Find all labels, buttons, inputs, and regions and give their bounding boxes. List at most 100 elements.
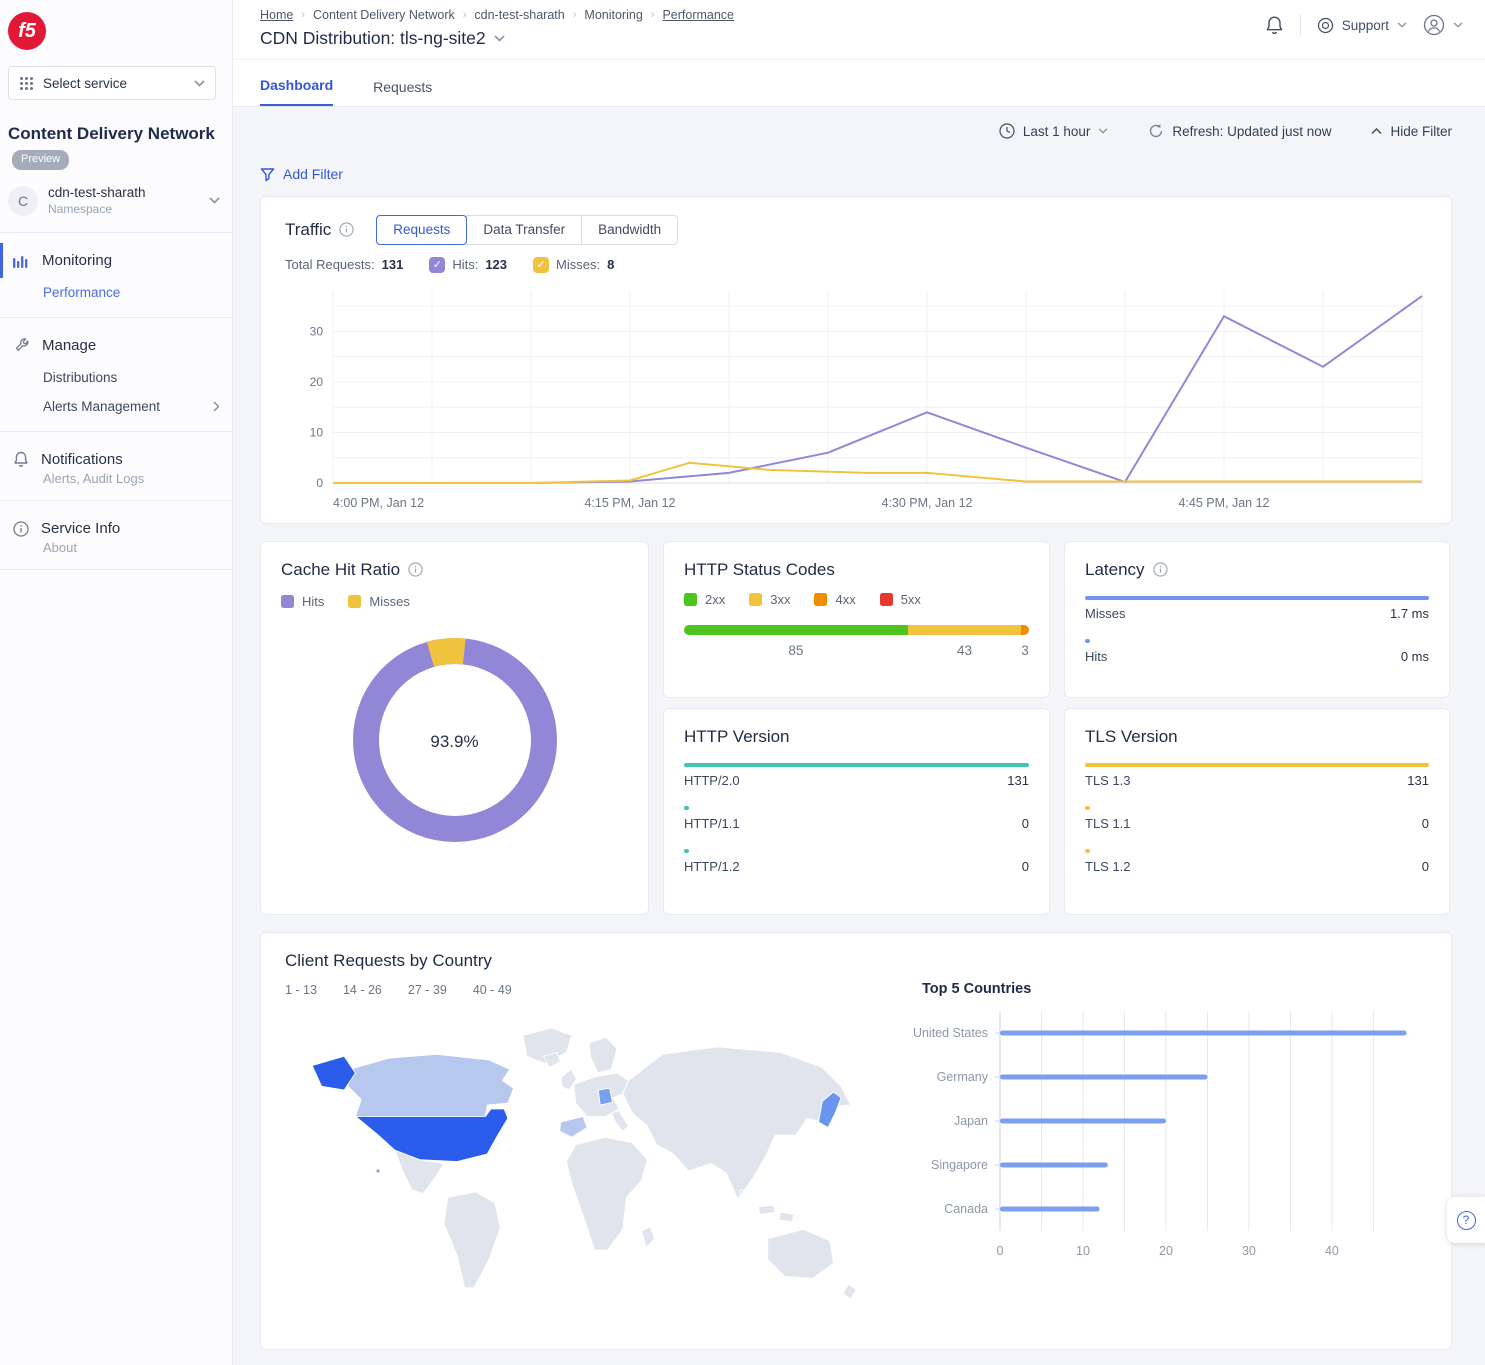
sidebar-item-alerts-management[interactable]: Alerts Management	[0, 392, 232, 421]
status-legend: 2xx3xx4xx5xx	[684, 592, 1029, 607]
svg-text:0: 0	[997, 1244, 1004, 1258]
meter-value: 0	[1022, 816, 1029, 831]
meter-bar	[1085, 596, 1429, 600]
breadcrumb-item[interactable]: Content Delivery Network	[313, 8, 455, 22]
meter-label: HTTP/1.2	[684, 859, 740, 874]
user-menu[interactable]	[1423, 14, 1463, 36]
info-icon[interactable]	[339, 222, 354, 237]
breadcrumb-item[interactable]: Home	[260, 8, 293, 22]
meter-value: 0 ms	[1401, 649, 1429, 664]
traffic-tab-group: RequestsData TransferBandwidth	[376, 215, 678, 245]
meter-label: HTTP/1.1	[684, 816, 740, 831]
meter-row: Hits0 ms	[1085, 639, 1429, 664]
chevron-down-icon	[1098, 128, 1108, 134]
breadcrumb-item[interactable]: Monitoring	[584, 8, 642, 22]
tls-version-title: TLS Version	[1085, 727, 1429, 747]
meter-row: Misses1.7 ms	[1085, 596, 1429, 621]
http-status-codes-card: HTTP Status Codes 2xx3xx4xx5xx 85433	[663, 541, 1050, 698]
legend-swatch	[684, 593, 697, 606]
meter-bar	[684, 763, 1029, 767]
stat-label: Hits:	[452, 257, 478, 272]
help-button[interactable]: ?	[1447, 1197, 1485, 1243]
svg-text:30: 30	[1242, 1244, 1256, 1258]
hide-filter-label: Hide Filter	[1390, 124, 1452, 139]
f5-logo-icon[interactable]: f5	[8, 12, 46, 50]
series-checkbox[interactable]: ✓	[429, 257, 445, 273]
status-segment-4xx[interactable]	[1021, 625, 1029, 635]
help-icon: ?	[1457, 1211, 1476, 1230]
chevron-down-icon	[194, 80, 205, 87]
namespace-selector[interactable]: C cdn-test-sharath Namespace	[0, 171, 232, 233]
info-icon[interactable]	[1153, 562, 1168, 577]
svg-text:United States: United States	[913, 1026, 988, 1040]
breadcrumb-item[interactable]: cdn-test-sharath	[474, 8, 564, 22]
traffic-tab-data-transfer[interactable]: Data Transfer	[466, 215, 582, 245]
legend-item: Misses	[348, 594, 409, 609]
status-segment-3xx[interactable]	[908, 625, 1021, 635]
support-menu[interactable]: Support	[1317, 17, 1407, 34]
svg-text:40: 40	[1325, 1244, 1339, 1258]
meter-label: TLS 1.1	[1085, 816, 1131, 831]
sidebar-item-label: Notifications	[41, 451, 123, 468]
tab-dashboard[interactable]: Dashboard	[260, 77, 333, 106]
time-range-label: Last 1 hour	[1023, 124, 1091, 139]
breadcrumb-separator: ›	[301, 9, 305, 21]
traffic-line-chart[interactable]: 01020304:00 PM, Jan 124:15 PM, Jan 124:3…	[285, 283, 1430, 515]
legend-item: 14 - 26	[343, 983, 382, 997]
sidebar-item-performance[interactable]: Performance	[0, 278, 232, 307]
legend-swatch	[749, 593, 762, 606]
tls-version-card: TLS Version TLS 1.3131TLS 1.10TLS 1.20	[1064, 708, 1450, 915]
traffic-tab-requests[interactable]: Requests	[376, 215, 467, 245]
breadcrumb-item[interactable]: Performance	[662, 8, 734, 22]
legend-swatch	[880, 593, 893, 606]
namespace-label: Namespace	[48, 202, 199, 216]
series-checkbox[interactable]: ✓	[533, 257, 549, 273]
traffic-tab-bandwidth[interactable]: Bandwidth	[581, 215, 678, 245]
sidebar-item-label: Monitoring	[42, 252, 112, 269]
sidebar-item-distributions[interactable]: Distributions	[0, 363, 232, 392]
meter-value: 1.7 ms	[1390, 606, 1429, 621]
meter-row: HTTP/1.20	[684, 849, 1029, 874]
chevron-down-icon	[209, 197, 220, 204]
svg-text:20: 20	[1159, 1244, 1173, 1258]
bell-icon[interactable]	[1265, 15, 1284, 36]
refresh-button[interactable]: Refresh: Updated just now	[1148, 123, 1331, 139]
latency-title: Latency	[1085, 560, 1429, 580]
legend-item: 3xx	[749, 592, 790, 607]
add-filter-button[interactable]: Add Filter	[260, 166, 343, 182]
svg-text:4:30 PM, Jan 12: 4:30 PM, Jan 12	[881, 496, 972, 510]
sidebar-item-monitoring[interactable]: Monitoring	[0, 243, 232, 278]
support-label: Support	[1342, 18, 1389, 33]
status-segment-2xx[interactable]	[684, 625, 908, 635]
time-range-dropdown[interactable]: Last 1 hour	[999, 123, 1109, 139]
sidebar-item-service-info[interactable]: Service Info	[0, 511, 232, 546]
tab-requests[interactable]: Requests	[373, 79, 432, 106]
svg-text:Japan: Japan	[954, 1114, 988, 1128]
breadcrumb-separator: ›	[651, 9, 655, 21]
info-icon[interactable]	[408, 562, 423, 577]
hide-filter-toggle[interactable]: Hide Filter	[1371, 124, 1452, 139]
meter-label: TLS 1.2	[1085, 859, 1131, 874]
top5-bar-chart[interactable]: United StatesGermanyJapanSingaporeCanada…	[900, 997, 1445, 1265]
svg-text:Canada: Canada	[944, 1202, 988, 1216]
status-stacked-bar[interactable]	[684, 625, 1029, 635]
stat-label: Misses:	[556, 257, 600, 272]
support-target-icon	[1317, 17, 1334, 34]
meter-bar	[684, 849, 689, 853]
traffic-stat: ✓Hits:123	[429, 257, 507, 273]
bell-icon	[13, 451, 29, 468]
chevron-down-icon[interactable]	[494, 35, 505, 42]
meter-bar	[684, 806, 689, 810]
select-service-dropdown[interactable]: Select service	[8, 66, 216, 100]
sidebar-item-manage[interactable]: Manage	[0, 328, 232, 363]
legend-item: 1 - 13	[285, 983, 317, 997]
sidebar-item-label: Service Info	[41, 520, 120, 537]
meter-value: 131	[1007, 773, 1029, 788]
traffic-title: Traffic	[285, 220, 354, 240]
svg-text:4:15 PM, Jan 12: 4:15 PM, Jan 12	[584, 496, 675, 510]
sidebar-item-notifications[interactable]: Notifications	[0, 442, 232, 477]
http-status-codes-title: HTTP Status Codes	[684, 560, 1029, 580]
product-title: Content Delivery Network Preview	[0, 100, 232, 171]
breadcrumb-separator: ›	[463, 9, 467, 21]
world-map[interactable]	[287, 1011, 887, 1336]
